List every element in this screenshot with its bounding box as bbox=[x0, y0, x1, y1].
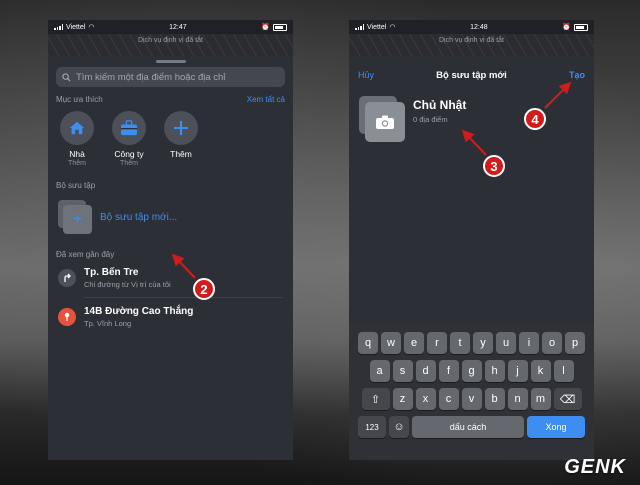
step-badge-4: 4 bbox=[524, 108, 546, 130]
annotation-arrows bbox=[171, 81, 572, 279]
step-badge-2: 2 bbox=[193, 278, 215, 300]
watermark-logo: GENK bbox=[564, 456, 626, 478]
step-badge-3: 3 bbox=[483, 155, 505, 177]
